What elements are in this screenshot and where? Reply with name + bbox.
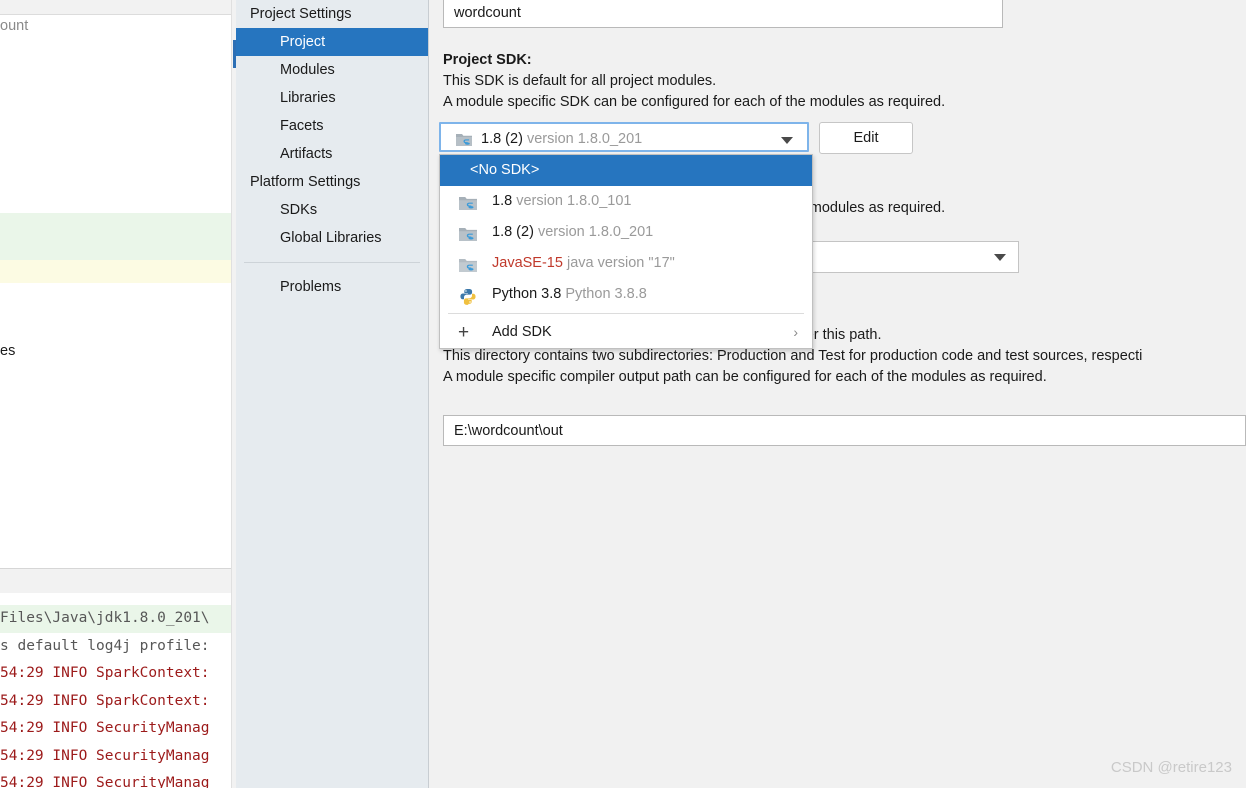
sdk-option-name: JavaSE-15 [492, 255, 563, 271]
chevron-down-icon[interactable] [781, 137, 793, 144]
edit-sdk-button[interactable]: Edit [819, 122, 913, 154]
screenshot-root: ount es Files\Java\jdk1.8.0_201\ s defau… [0, 0, 1246, 788]
sdk-option-version: Python 3.8.8 [565, 286, 647, 302]
sdk-option-version: version 1.8.0_201 [537, 224, 654, 240]
sidebar-item-libraries[interactable]: Libraries [236, 84, 428, 112]
sdk-option-label: <No SDK> [470, 162, 540, 178]
ide-editor-tab-label: ount [0, 18, 29, 34]
sdk-option-text: JavaSE-15 java version "17" [492, 248, 675, 279]
console-line: 54:29 INFO SecurityManag [0, 720, 210, 736]
sidebar-item-project[interactable]: Project [236, 28, 428, 56]
ide-background-panel: ount es Files\Java\jdk1.8.0_201\ s defau… [0, 0, 236, 788]
ide-editor-area [0, 15, 231, 211]
project-sdk-desc-1: This SDK is default for all project modu… [443, 73, 717, 89]
sdk-option-version: version 1.8.0_101 [516, 193, 632, 209]
project-structure-dialog: Project Settings Project Modules Librari… [236, 0, 1246, 788]
sidebar-item-artifacts[interactable]: Artifacts [236, 140, 428, 168]
project-sdk-label: Project SDK: [443, 52, 532, 68]
sidebar-item-modules[interactable]: Modules [236, 56, 428, 84]
compiler-output-path-input[interactable]: E:\wordcount\out [443, 415, 1246, 446]
project-compiler-output-desc-4: A module specific compiler output path c… [443, 369, 1047, 385]
chevron-down-icon[interactable] [994, 254, 1006, 261]
project-sdk-combobox[interactable]: 1.8 (2) version 1.8.0_201 [439, 122, 809, 152]
ide-toolbar-strip [0, 0, 236, 15]
sidebar-item-sdks[interactable]: SDKs [236, 196, 428, 224]
sdk-dropdown-popup[interactable]: <No SDK> 1.8 version 1.8.0_101 1.8 (2) v… [439, 154, 813, 349]
ide-console-toolbar [0, 569, 231, 593]
sdk-option-name: 1.8 [492, 193, 513, 209]
project-sdk-selected-version: version 1.8.0_201 [526, 131, 643, 147]
sidebar-divider [244, 262, 420, 263]
ide-editor-partial-text: es [0, 343, 16, 359]
sdk-option-text: Python 3.8 Python 3.8.8 [492, 279, 647, 310]
project-sdk-selected-name: 1.8 (2) [481, 131, 523, 147]
sdk-option-text: 1.8 version 1.8.0_101 [492, 186, 631, 217]
nav-group-platform-settings: Platform Settings [250, 174, 361, 190]
add-sdk-label: Add SDK [492, 324, 552, 340]
sidebar-item-problems[interactable]: Problems [236, 273, 428, 301]
sdk-option-version: java version "17" [566, 255, 675, 271]
sdk-option-jdk-18-2[interactable]: 1.8 (2) version 1.8.0_201 [440, 217, 812, 248]
sidebar-item-facets[interactable]: Facets [236, 112, 428, 140]
java-sdk-icon [458, 193, 478, 210]
sdk-option-add-sdk[interactable]: + Add SDK › [440, 317, 812, 348]
console-line: Files\Java\jdk1.8.0_201\ [0, 605, 231, 633]
dropdown-divider [448, 313, 804, 314]
plus-icon: + [458, 322, 470, 343]
sdk-option-jdk-18[interactable]: 1.8 version 1.8.0_101 [440, 186, 812, 217]
ide-highlight-band-green [0, 213, 231, 260]
console-line: s default log4j profile: [0, 637, 210, 654]
chevron-right-icon: › [793, 324, 798, 340]
ide-console-spacer [0, 593, 231, 605]
project-sdk-combobox-inner: 1.8 (2) version 1.8.0_201 [442, 125, 806, 149]
console-line: 54:29 INFO SparkContext: [0, 692, 210, 709]
sdk-option-python-38[interactable]: Python 3.8 Python 3.8.8 [440, 279, 812, 310]
console-line: 54:29 INFO SecurityManag [0, 775, 210, 788]
dialog-sidebar: Project Settings Project Modules Librari… [236, 0, 429, 788]
nav-group-project-settings: Project Settings [250, 6, 352, 22]
project-sdk-desc-2: A module specific SDK can be configured … [443, 94, 946, 110]
java-sdk-icon [458, 224, 478, 241]
project-sdk-selected-text: 1.8 (2) version 1.8.0_201 [481, 126, 642, 152]
project-name-input[interactable]: wordcount [443, 0, 1003, 28]
ide-highlight-band-yellow [0, 260, 231, 283]
console-line: 54:29 INFO SecurityManag [0, 747, 210, 764]
project-compiler-output-desc-3: This directory contains two subdirectori… [443, 348, 1143, 364]
console-line: 54:29 INFO SparkContext: [0, 665, 210, 681]
watermark-text: CSDN @retire123 [1110, 759, 1232, 776]
java-sdk-icon [458, 255, 478, 272]
ide-console-output[interactable]: Files\Java\jdk1.8.0_201\ s default log4j… [0, 605, 231, 788]
sdk-option-no-sdk[interactable]: <No SDK> [440, 155, 812, 186]
sidebar-item-global-libraries[interactable]: Global Libraries [236, 224, 428, 252]
sdk-option-text: 1.8 (2) version 1.8.0_201 [492, 217, 653, 248]
dialog-content-pane: wordcount Project SDK: This SDK is defau… [429, 0, 1246, 788]
java-sdk-icon [455, 132, 473, 148]
python-sdk-icon [458, 286, 478, 305]
sdk-option-name: 1.8 (2) [492, 224, 534, 240]
sdk-option-javase-15[interactable]: JavaSE-15 java version "17" [440, 248, 812, 279]
sdk-option-name: Python 3.8 [492, 286, 562, 302]
